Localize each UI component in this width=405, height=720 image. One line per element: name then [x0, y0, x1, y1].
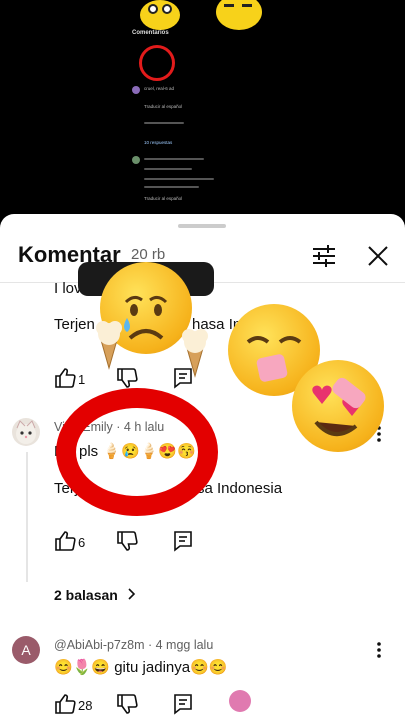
avatar[interactable]	[12, 418, 40, 446]
comment-author[interactable]: @AbiAbi-p7z8m · 4 mgg lalu	[54, 638, 213, 652]
avatar[interactable]: A	[12, 636, 40, 664]
translate-link-part1[interactable]: Terjen	[54, 316, 95, 333]
comment-count: 20 rb	[131, 246, 166, 263]
chevron-right-icon	[128, 587, 136, 603]
mini-line-1: cruel, real-6 ad	[144, 86, 175, 91]
like-icon[interactable]	[53, 692, 77, 716]
filter-icon[interactable]	[310, 242, 338, 270]
like-count: 6	[78, 535, 86, 550]
reply-icon[interactable]	[171, 529, 195, 553]
replies-label: 2 balasan	[54, 587, 118, 603]
mini-line-2: Traducir al español	[144, 104, 183, 109]
mini-line-4: Traducir al español	[144, 196, 183, 201]
heart-eyes-emoji-icon	[292, 360, 384, 452]
translate-link-part2[interactable]: sa Indonesia	[197, 480, 282, 497]
ice-cream-icon	[92, 318, 126, 375]
like-count: 28	[78, 698, 93, 713]
dislike-icon[interactable]	[115, 692, 139, 716]
view-replies-button[interactable]: 2 balasan	[54, 587, 136, 603]
mini-avatar	[132, 86, 140, 94]
highlight-circle	[56, 388, 218, 516]
video-miniature-screenshot: Comentarios cruel, real-6 ad Traducir al…	[128, 0, 278, 215]
video-area: Comentarios cruel, real-6 ad Traducir al…	[0, 0, 405, 215]
ice-cream-icon	[178, 326, 212, 383]
mini-highlight-ring	[139, 45, 175, 81]
reply-icon[interactable]	[171, 692, 195, 716]
dislike-icon[interactable]	[115, 529, 139, 553]
thread-line	[26, 452, 28, 582]
comment-text: 😊🌷😄 gitu jadinya😊😊	[54, 659, 228, 676]
reaction-sticker-icon	[229, 690, 251, 712]
mini-replies: 10 respuestas	[144, 140, 173, 145]
close-icon[interactable]	[364, 242, 392, 270]
like-icon[interactable]	[53, 366, 77, 390]
annoyed-emoji-icon	[216, 0, 262, 30]
like-count: 1	[78, 372, 86, 387]
surprised-emoji-icon	[140, 0, 180, 30]
like-icon[interactable]	[53, 529, 77, 553]
mini-title: Comentarios	[132, 30, 169, 36]
drag-handle[interactable]	[178, 224, 226, 228]
more-options-icon[interactable]	[370, 638, 388, 662]
